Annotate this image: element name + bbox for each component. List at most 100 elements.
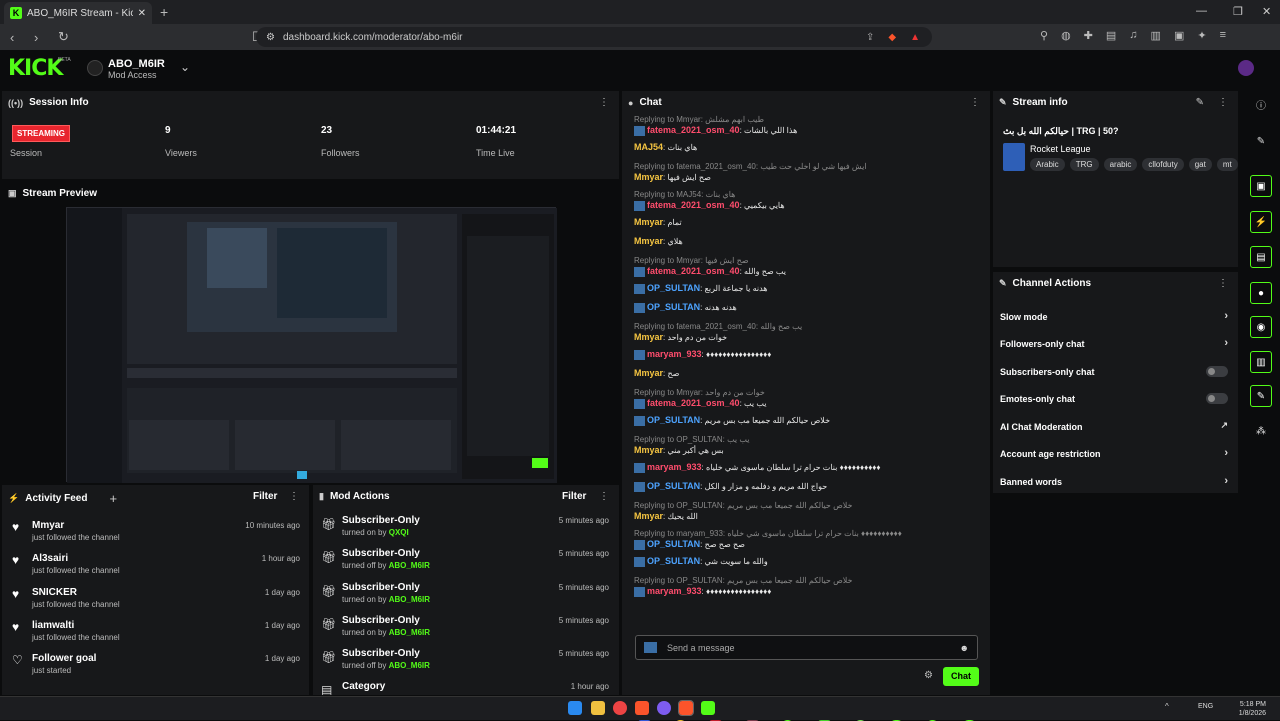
music-icon[interactable]: ♫ — [1129, 29, 1137, 42]
stream-category[interactable]: Rocket League — [1030, 144, 1091, 154]
action-banned-words[interactable]: Banned words › — [1000, 475, 1232, 487]
puzzle-icon[interactable]: ✚ — [1084, 29, 1093, 42]
menu-icon[interactable]: ≡ — [1220, 29, 1226, 42]
reply-context[interactable]: Replying to maryam_933: بنات حرام ترا سل… — [634, 528, 984, 539]
new-tab-button[interactable]: + — [160, 4, 168, 20]
sidebar-icon[interactable]: ▥ — [1151, 29, 1161, 42]
chat-username[interactable]: Mmyar — [634, 217, 663, 227]
stream-preview-video[interactable] — [66, 207, 557, 483]
preview-widget-icon[interactable]: ▣ — [1250, 175, 1272, 197]
discord-icon[interactable] — [657, 701, 671, 715]
mod-action-user[interactable]: ABO_M6IR — [389, 595, 430, 604]
mod-action-user[interactable]: ABO_M6IR — [389, 661, 430, 670]
chat-settings-gear-icon[interactable]: ⚙ — [924, 670, 933, 681]
action-account-age[interactable]: Account age restriction › — [1000, 447, 1232, 459]
chat-username[interactable]: maryam_933 — [647, 586, 702, 596]
reply-context[interactable]: Replying to MAJ54: هاي بنات — [634, 189, 984, 200]
rewards-icon[interactable]: ▲ — [910, 32, 920, 43]
chat-username[interactable]: OP_SULTAN — [647, 539, 700, 549]
notes-widget-icon[interactable]: ▤ — [1250, 246, 1272, 268]
modactions-widget-icon[interactable]: ▥ — [1250, 351, 1272, 373]
chat-username[interactable]: OP_SULTAN — [647, 302, 700, 312]
language-indicator[interactable]: ENG — [1198, 703, 1213, 710]
info-icon[interactable]: ⓘ — [1250, 96, 1272, 118]
maximize-icon[interactable]: ❐ — [1233, 5, 1243, 18]
emotes-only-toggle[interactable] — [1206, 393, 1228, 404]
browser-tab[interactable]: K ABO_M6IR Stream - Kick Dashboard ✕ — [4, 2, 152, 24]
chat-input[interactable]: Send a message ☻ — [635, 635, 978, 660]
chat-username[interactable]: fatema_2021_osm_40 — [647, 398, 740, 408]
brave-shield-icon[interactable]: ◆ — [888, 32, 896, 43]
start-icon[interactable] — [568, 701, 582, 715]
reply-context[interactable]: Replying to fatema_2021_osm_40: ايش فيها… — [634, 161, 984, 172]
emoji-picker-icon[interactable]: ☻ — [960, 643, 969, 653]
action-ai-moderation[interactable]: AI Chat Moderation ↗ — [1000, 420, 1232, 432]
site-settings-icon[interactable]: ⚙ — [266, 32, 275, 43]
action-followers-only[interactable]: Followers-only chat › — [1000, 337, 1232, 349]
wallet-icon[interactable]: ▣ — [1174, 29, 1184, 42]
kick-logo[interactable]: KICK — [8, 56, 63, 81]
brave-active-icon[interactable] — [678, 700, 694, 716]
activity-user[interactable]: Al3sairi — [32, 553, 68, 564]
chat-username[interactable]: MAJ54 — [634, 142, 663, 152]
reply-context[interactable]: Replying to OP_SULTAN: يب يب — [634, 434, 984, 445]
channel-switcher-chevron-icon[interactable]: ⌄ — [180, 60, 190, 74]
kick-app-icon[interactable] — [701, 701, 715, 715]
tag[interactable]: mt — [1216, 158, 1238, 171]
activity-user[interactable]: SNICKER — [32, 587, 77, 598]
chat-username[interactable]: OP_SULTAN — [647, 283, 700, 293]
reply-context[interactable]: Replying to Mmyar: صح ايش فيها — [634, 255, 984, 266]
reply-context[interactable]: Replying to Mmyar: خوات من دم واحد — [634, 387, 984, 398]
system-clock[interactable]: 5:18 PM 1/8/2026 — [1239, 700, 1266, 718]
share-icon[interactable]: ⇪ — [866, 32, 874, 43]
chat-username[interactable]: Mmyar — [634, 445, 663, 455]
mod-action-user[interactable]: ABO_M6IR — [389, 628, 430, 637]
chat-username[interactable]: Mmyar — [634, 511, 663, 521]
reply-context[interactable]: Replying to Mmyar: طيب ابهم مشلش — [634, 114, 984, 125]
reload-icon[interactable]: ↻ — [58, 29, 72, 45]
more-widgets-icon[interactable]: ⁂ — [1250, 421, 1272, 443]
more-menu-icon[interactable]: ⋮ — [1218, 97, 1228, 108]
chat-username[interactable]: fatema_2021_osm_40 — [647, 125, 740, 135]
edit-pencil-icon[interactable]: ✎ — [1196, 97, 1204, 108]
chat-username[interactable]: maryam_933 — [647, 462, 702, 472]
extension-icon[interactable]: ⚲ — [1040, 29, 1048, 42]
chat-widget-icon[interactable]: ● — [1250, 282, 1272, 304]
streaminfo-widget-icon[interactable]: ✎ — [1250, 385, 1272, 407]
filter-button[interactable]: Filter — [562, 491, 586, 502]
more-menu-icon[interactable]: ⋮ — [289, 491, 299, 502]
forward-icon[interactable]: › — [34, 30, 48, 45]
close-window-icon[interactable]: ✕ — [1262, 5, 1271, 18]
minimize-icon[interactable]: — — [1196, 5, 1207, 17]
back-icon[interactable]: ‹ — [10, 30, 24, 45]
tag[interactable]: Arabic — [1030, 158, 1065, 171]
filter-button[interactable]: Filter — [253, 491, 277, 502]
chat-username[interactable]: Mmyar — [634, 368, 663, 378]
chat-username[interactable]: Mmyar — [634, 236, 663, 246]
activity-widget-icon[interactable]: ⚡ — [1250, 211, 1272, 233]
chrome-icon[interactable] — [613, 701, 627, 715]
activity-user[interactable]: Mmyar — [32, 520, 64, 531]
session-widget-icon[interactable]: ◉ — [1250, 316, 1272, 338]
chat-username[interactable]: OP_SULTAN — [647, 556, 700, 566]
tab-icon[interactable]: ▤ — [1106, 29, 1116, 42]
brave-icon[interactable] — [635, 701, 649, 715]
close-tab-icon[interactable]: ✕ — [138, 8, 146, 19]
mod-action-user[interactable]: QXQI — [389, 528, 409, 537]
user-avatar[interactable] — [1238, 60, 1254, 76]
activity-user[interactable]: liamwalti — [32, 620, 74, 631]
add-widget-icon[interactable]: + — [109, 491, 117, 506]
reply-context[interactable]: Replying to OP_SULTAN: خلاص حيالكم الله … — [634, 575, 984, 586]
chat-send-button[interactable]: Chat — [943, 667, 979, 686]
chat-username[interactable]: OP_SULTAN — [647, 481, 700, 491]
reply-context[interactable]: Replying to OP_SULTAN: خلاص حيالكم الله … — [634, 500, 984, 511]
more-menu-icon[interactable]: ⋮ — [1218, 278, 1228, 289]
subscribers-only-toggle[interactable] — [1206, 366, 1228, 377]
chat-username[interactable]: Mmyar — [634, 172, 663, 182]
tag[interactable]: gat — [1188, 158, 1212, 171]
chat-username[interactable]: Mmyar — [634, 332, 663, 342]
more-menu-icon[interactable]: ⋮ — [599, 491, 609, 502]
mod-action-user[interactable]: ABO_M6IR — [389, 561, 430, 570]
tag[interactable]: arabic — [1103, 158, 1138, 171]
vpn-icon[interactable]: ◍ — [1061, 29, 1071, 42]
